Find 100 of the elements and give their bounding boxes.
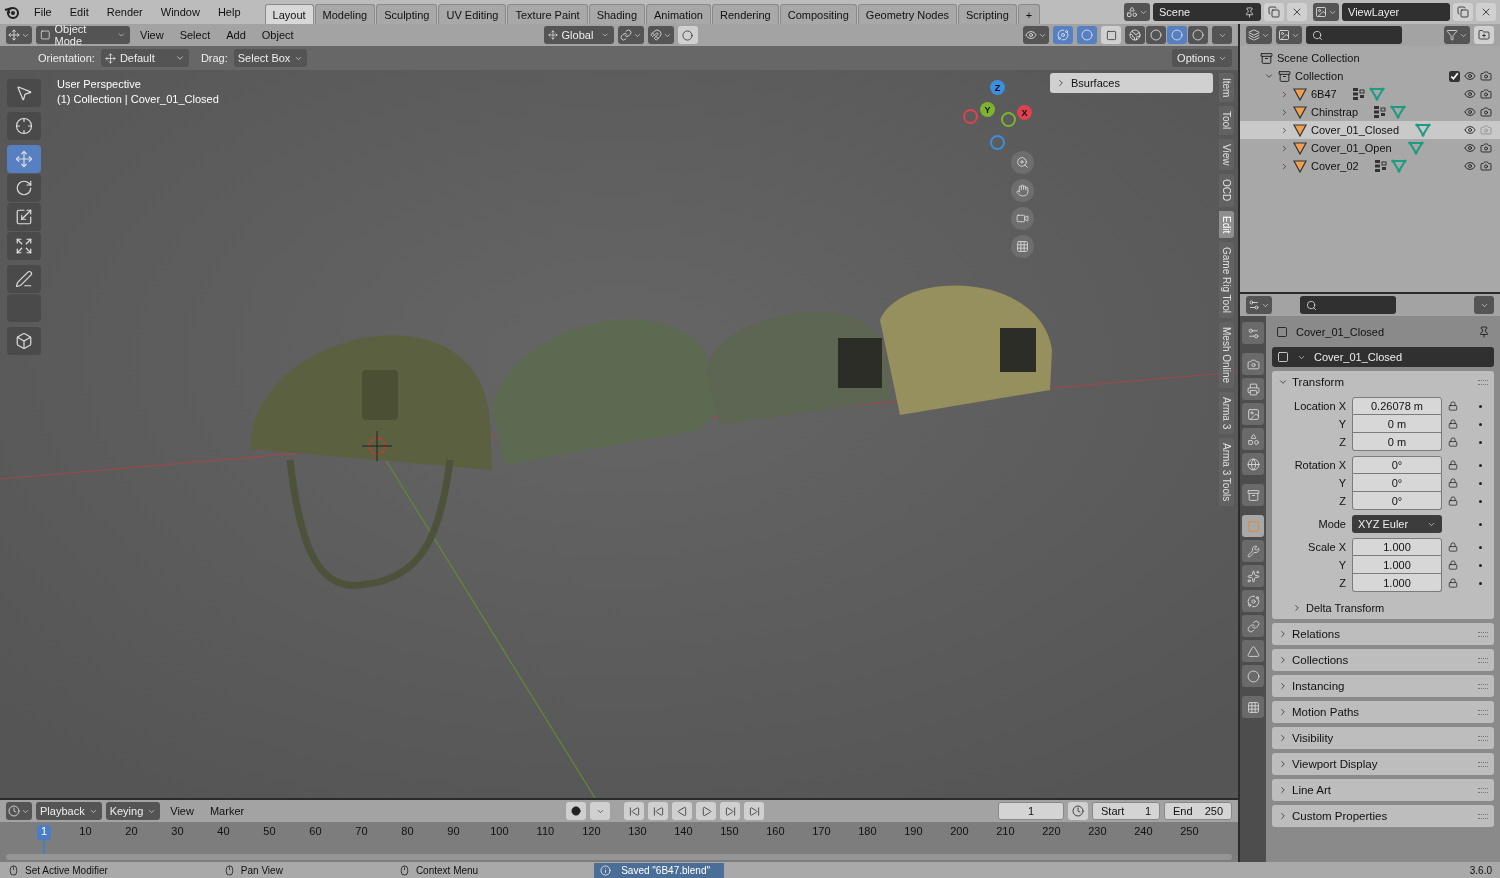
orientation-dropdown[interactable]: Default: [100, 49, 189, 67]
search-field[interactable]: [1300, 296, 1396, 314]
tool-button[interactable]: [7, 327, 41, 355]
xray-toggle[interactable]: [1101, 26, 1121, 44]
number-field[interactable]: 0 m: [1352, 415, 1442, 433]
outliner-row[interactable]: Cover_02: [1240, 157, 1500, 175]
menu-item[interactable]: File: [26, 1, 60, 23]
scrollbar[interactable]: [6, 854, 1232, 860]
close-button[interactable]: [1287, 3, 1307, 21]
3d-viewport[interactable]: User Perspective (1) Collection | Cover_01_Closed Z Y X Bsurfaces Item Tool View OCD Edit Game Rig Tool Mesh Online Arma 3 Arma 3 Tools: [0, 70, 1238, 798]
view-layer-browse-button[interactable]: [1313, 3, 1339, 21]
scene-browse-button[interactable]: [1124, 3, 1150, 21]
gizmo-toggle[interactable]: [1053, 26, 1073, 44]
collapsed-panel[interactable]: Visibility: [1272, 727, 1494, 749]
workspace-tab[interactable]: Modeling: [314, 4, 376, 24]
sidebar-tab[interactable]: Arma 3 Tools: [1219, 438, 1234, 507]
number-field[interactable]: 1.000: [1352, 574, 1442, 592]
menu-item[interactable]: Window: [152, 1, 208, 23]
editor-type-button[interactable]: [1246, 26, 1272, 44]
outliner-row[interactable]: Chinstrap: [1240, 103, 1500, 121]
properties-tab[interactable]: [1242, 590, 1264, 612]
properties-tab[interactable]: [1242, 453, 1264, 475]
exclude-checkbox[interactable]: [1449, 70, 1460, 82]
mode-dropdown[interactable]: Object Mode: [36, 26, 130, 44]
workspace-tab[interactable]: Scripting: [958, 4, 1017, 24]
number-field[interactable]: 0°: [1352, 474, 1442, 492]
sidebar-tab[interactable]: Item: [1219, 73, 1234, 103]
drag-dropdown[interactable]: Select Box: [233, 49, 308, 67]
jump-start-button[interactable]: [624, 802, 645, 820]
navigation-gizmo[interactable]: Z Y X: [958, 78, 1038, 154]
shading-options-button[interactable]: [1212, 26, 1232, 44]
menu-item[interactable]: View: [134, 29, 170, 41]
workspace-tab[interactable]: Rendering: [711, 4, 779, 24]
editor-type-button[interactable]: [6, 802, 32, 820]
copy-button[interactable]: [1264, 3, 1284, 21]
keyframe-dot-icon[interactable]: [1479, 499, 1482, 503]
properties-tab[interactable]: [1242, 540, 1264, 562]
keyframe-dot-icon[interactable]: [1479, 563, 1482, 567]
record-button[interactable]: [566, 802, 587, 820]
shading-button[interactable]: [1167, 26, 1187, 44]
properties-tab[interactable]: [1242, 615, 1264, 637]
keyframe-dot-icon[interactable]: [1479, 422, 1482, 426]
view-layer-field[interactable]: ViewLayer: [1342, 3, 1450, 21]
editor-type-button[interactable]: [6, 26, 32, 44]
sidebar-tab[interactable]: OCD: [1219, 174, 1234, 207]
keyframe-dot-icon[interactable]: [1479, 440, 1482, 444]
number-field[interactable]: 1.000: [1352, 556, 1442, 574]
new-collection-button[interactable]: [1474, 26, 1494, 44]
workspace-tab[interactable]: Sculpting: [376, 4, 438, 24]
menu-item[interactable]: Render: [98, 1, 151, 23]
sidebar-tab[interactable]: Game Rig Tool: [1219, 241, 1234, 318]
collapsed-panel[interactable]: Collections: [1272, 649, 1494, 671]
stopwatch-button[interactable]: [1068, 802, 1088, 820]
properties-tab[interactable]: [1242, 640, 1264, 662]
outliner-row[interactable]: Collection: [1240, 67, 1500, 85]
orientation-dropdown[interactable]: Global: [543, 26, 614, 44]
jump-end-button[interactable]: [744, 802, 765, 820]
proportional-edit-button[interactable]: [677, 26, 698, 44]
timeline-menu[interactable]: Marker: [203, 805, 251, 817]
start-frame-field[interactable]: Start 1: [1092, 802, 1160, 820]
properties-tab[interactable]: [1242, 484, 1264, 506]
outliner-row[interactable]: Cover_01_Closed: [1240, 121, 1500, 139]
tool-button[interactable]: [7, 112, 41, 140]
collapsed-panel[interactable]: Instancing: [1272, 675, 1494, 697]
workspace-tab[interactable]: Texture Paint: [507, 4, 588, 24]
options-dropdown[interactable]: Options: [1172, 49, 1232, 67]
playhead[interactable]: 1: [36, 825, 52, 840]
add-workspace-tab[interactable]: +: [1017, 4, 1041, 24]
collapsed-panel[interactable]: Line Art: [1272, 779, 1494, 801]
number-field[interactable]: 0°: [1352, 456, 1442, 474]
next-keyframe-button[interactable]: [720, 802, 741, 820]
panel-header[interactable]: Transform: [1272, 371, 1494, 393]
options-button[interactable]: [1474, 296, 1494, 314]
sidebar-tab[interactable]: Tool: [1219, 106, 1234, 135]
tool-button[interactable]: [7, 232, 41, 260]
tool-button[interactable]: [7, 79, 41, 107]
end-frame-field[interactable]: End 250: [1164, 802, 1232, 820]
display-mode-button[interactable]: [1276, 26, 1302, 44]
current-frame-field[interactable]: 1: [998, 802, 1064, 820]
sidebar-tab[interactable]: Mesh Online: [1219, 321, 1234, 388]
timeline-ruler[interactable]: 1 10 20 30 40 50 60 70 80 90 100 110 120 130 140 150 160 170 180 190 200 210 220 230 240 250: [0, 822, 1238, 862]
properties-tab[interactable]: [1242, 403, 1264, 425]
subpanel-header[interactable]: Delta Transform: [1272, 597, 1494, 619]
outliner-row[interactable]: Scene Collection: [1240, 49, 1500, 67]
timeline-menu[interactable]: View: [164, 805, 200, 817]
workspace-tab[interactable]: Animation: [646, 4, 711, 24]
sidebar-tab[interactable]: Arma 3: [1219, 391, 1234, 435]
properties-tab[interactable]: [1242, 665, 1264, 687]
copy-button[interactable]: [1453, 3, 1473, 21]
visibility-button[interactable]: [1023, 26, 1049, 44]
close-button[interactable]: [1476, 3, 1496, 21]
shading-button[interactable]: [1188, 26, 1208, 44]
editor-type-button[interactable]: [1246, 296, 1272, 314]
properties-tab[interactable]: [1242, 353, 1264, 375]
snap-button[interactable]: [647, 26, 674, 44]
workspace-tab[interactable]: Geometry Nodes: [857, 4, 957, 24]
outliner-row[interactable]: 6B47: [1240, 85, 1500, 103]
collapsed-panel[interactable]: Custom Properties: [1272, 805, 1494, 827]
overlay-toggle[interactable]: [1077, 26, 1097, 44]
workspace-tab[interactable]: Layout: [264, 4, 314, 24]
